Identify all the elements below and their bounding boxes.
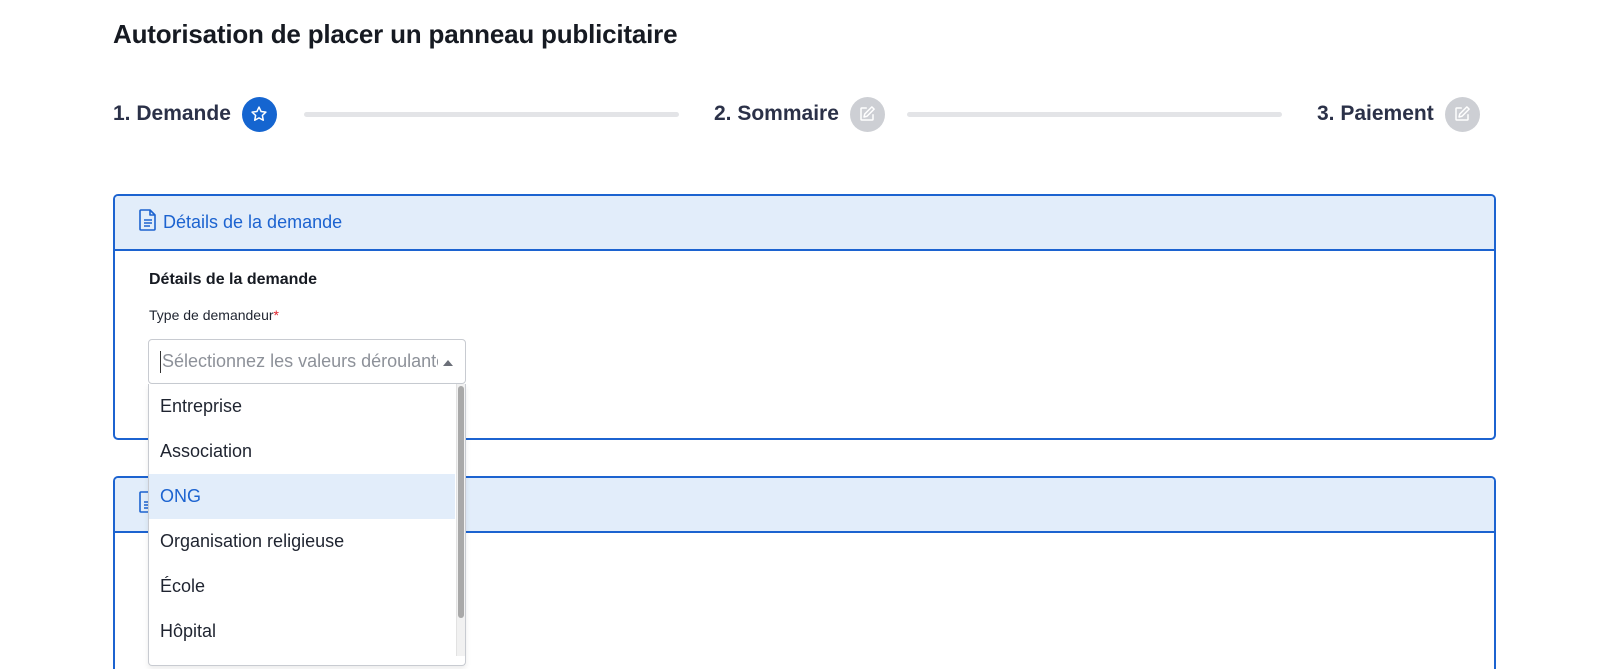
dropdown-option-organisation-religieuse[interactable]: Organisation religieuse: [149, 519, 455, 564]
dropdown-menu: Entreprise Association ONG Organisation …: [148, 384, 466, 666]
step-paiement[interactable]: 3. Paiement: [1317, 96, 1480, 132]
step-sommaire[interactable]: 2. Sommaire: [714, 96, 885, 132]
panel-header-title: Détails de la demande: [163, 212, 343, 232]
page-title: Autorisation de placer un panneau public…: [113, 19, 678, 49]
step-label: 2. Sommaire: [714, 102, 839, 125]
step-label: 1. Demande: [113, 102, 231, 125]
applicant-type-select[interactable]: Sélectionnez les valeurs déroulantes: [148, 339, 466, 384]
edit-icon: [849, 96, 885, 132]
chevron-up-icon[interactable]: [443, 360, 453, 366]
dropdown-option-association[interactable]: Association: [149, 429, 455, 474]
dropdown-option-ecole[interactable]: École: [149, 564, 455, 609]
field-label-text: Type de demandeur: [149, 307, 274, 323]
document-icon: [139, 209, 157, 236]
step-connector: [304, 112, 679, 117]
step-connector: [907, 112, 1282, 117]
select-placeholder: Sélectionnez les valeurs déroulantes: [162, 351, 438, 371]
star-icon: [241, 96, 277, 132]
text-cursor: [160, 350, 161, 373]
panel-header[interactable]: Détails de la demande: [115, 196, 1494, 251]
section-title: Détails de la demande: [149, 271, 318, 288]
step-label: 3. Paiement: [1317, 102, 1434, 125]
required-mark: *: [273, 307, 279, 323]
dropdown-option-hopital[interactable]: Hôpital: [149, 609, 455, 654]
stepper: 1. Demande 2. Sommaire 3. Paiement: [113, 96, 1496, 132]
dropdown-option-ong[interactable]: ONG: [149, 474, 455, 519]
edit-icon: [1444, 96, 1480, 132]
step-demande[interactable]: 1. Demande: [113, 96, 277, 132]
dropdown-scrollbar[interactable]: [456, 384, 465, 656]
dropdown-option-entreprise[interactable]: Entreprise: [149, 384, 455, 429]
scrollbar-thumb[interactable]: [458, 386, 464, 618]
field-label: Type de demandeur*: [149, 307, 1494, 323]
